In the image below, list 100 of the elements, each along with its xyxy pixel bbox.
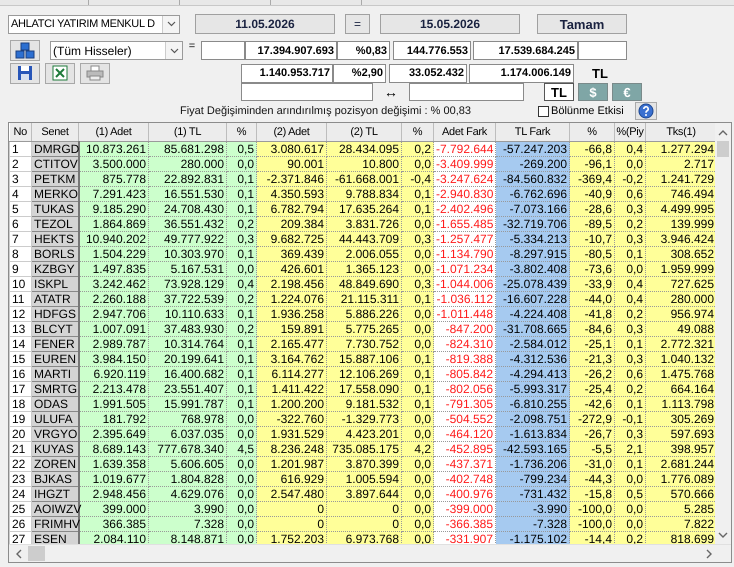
ok-button[interactable]: Tamam [537, 14, 627, 34]
range-start-field[interactable] [241, 83, 373, 101]
stock-filter-dropdown[interactable]: (Tüm Hisseler) [50, 41, 183, 60]
table-cell: 777.678.340 [148, 442, 226, 456]
table-cell: 1.411.422 [256, 382, 326, 396]
table-cell: 0,0 [614, 262, 646, 276]
total-field[interactable]: 1.174.006.149 [469, 64, 574, 82]
scroll-thumb[interactable] [717, 141, 729, 157]
total-field[interactable]: 1.140.953.717 [241, 64, 333, 82]
table-cell: -5.993.317 [496, 382, 570, 396]
column-header[interactable]: Tks(1) [646, 123, 715, 142]
table-cell: -464.120 [434, 426, 496, 442]
ticker-cell[interactable]: HEKTS [32, 232, 78, 246]
ticker-cell[interactable]: KUYAS [32, 442, 78, 456]
save-button[interactable] [10, 62, 40, 84]
vertical-scrollbar[interactable] [715, 123, 731, 544]
excel-button[interactable] [45, 62, 75, 84]
column-header[interactable]: (1) TL [148, 123, 226, 142]
table-cell: -6.762.696 [496, 186, 570, 202]
ticker-cell[interactable]: HDFGS [32, 306, 78, 322]
ticker-cell[interactable]: MERKO [32, 186, 78, 202]
ticker-cell[interactable]: FENER [32, 336, 78, 352]
column-header[interactable]: No [10, 123, 32, 142]
table-cell: 768.978 [148, 412, 226, 426]
table-cell: 3.897.644 [326, 486, 402, 502]
ticker-cell[interactable]: SMRTG [32, 382, 78, 396]
checkbox[interactable] [538, 106, 549, 116]
table-cell: 4,2 [402, 442, 434, 456]
table-cell: -42,6 [570, 396, 614, 412]
end-date-button[interactable]: 15.05.2026 [380, 14, 520, 34]
ticker-cell[interactable]: EUREN [32, 352, 78, 366]
total-field[interactable] [201, 41, 245, 60]
table-cell: 48.849.690 [326, 276, 402, 292]
total-field[interactable]: 144.776.553 [393, 41, 471, 60]
range-end-field[interactable] [409, 83, 524, 101]
column-header[interactable]: (2) TL [326, 123, 402, 142]
ticker-cell[interactable]: ZOREN [32, 456, 78, 472]
total-field[interactable]: %0,83 [337, 41, 390, 60]
table-cell: 2.006.055 [326, 246, 402, 262]
scroll-thumb[interactable] [28, 546, 45, 561]
ticker-cell[interactable]: ESEN [32, 532, 78, 544]
ticker-cell[interactable]: KZBGY [32, 262, 78, 276]
column-header[interactable]: Adet Fark [434, 123, 496, 142]
table-cell: -25.078.439 [496, 276, 570, 292]
column-header[interactable]: % [570, 123, 614, 142]
table-cell: 1.864.869 [78, 216, 148, 232]
table-cell: -4.294.413 [496, 366, 570, 382]
table-cell: 0,0 [402, 426, 434, 442]
total-field[interactable]: %2,90 [333, 64, 386, 82]
start-date-button[interactable]: 11.05.2026 [195, 14, 335, 34]
ticker-cell[interactable]: FRIMHV [32, 516, 78, 532]
table-cell: 0,0 [402, 486, 434, 502]
table-cell: 8.148.871 [148, 532, 226, 544]
table-cell: -269.200 [496, 156, 570, 172]
ticker-cell[interactable]: IHGZT [32, 486, 78, 502]
table-cell: -272,9 [570, 412, 614, 426]
help-button[interactable] [635, 102, 657, 120]
total-field[interactable]: 17.394.907.693 [245, 41, 337, 60]
table-cell: 0,1 [614, 396, 646, 412]
total-field[interactable] [578, 41, 627, 60]
column-header[interactable]: (1) Adet [78, 123, 148, 142]
table-cell: 1.113.798 [646, 396, 715, 412]
column-header[interactable]: Senet [32, 123, 78, 142]
ticker-cell[interactable]: MARTI [32, 366, 78, 382]
ticker-cell[interactable]: TUKAS [32, 202, 78, 216]
column-header[interactable]: %(Piy [614, 123, 646, 142]
table-cell: 369.439 [256, 246, 326, 262]
ticker-cell[interactable]: BJKAS [32, 472, 78, 486]
print-button[interactable] [80, 62, 110, 84]
table-cell: -8.297.915 [496, 246, 570, 262]
column-header[interactable]: % [402, 123, 434, 142]
broker-dropdown[interactable]: AHLATCI YATIRIM MENKUL D [8, 14, 180, 34]
ticker-cell[interactable]: DMRGD [32, 142, 78, 156]
ticker-cell[interactable]: ULUFA [32, 412, 78, 426]
horizontal-scrollbar[interactable] [9, 544, 731, 562]
total-field[interactable]: 17.539.684.245 [473, 41, 578, 60]
ticker-cell[interactable]: ISKPL [32, 276, 78, 292]
ticker-cell[interactable]: CTITOV [32, 156, 78, 172]
ticker-cell[interactable]: BORLS [32, 246, 78, 262]
table-cell: 0,4 [226, 276, 256, 292]
ticker-cell[interactable]: ATATR [32, 292, 78, 306]
table-cell: 5.886.226 [326, 306, 402, 322]
column-header[interactable]: % [226, 123, 256, 142]
equals-button[interactable]: = [345, 14, 370, 34]
ticker-cell[interactable]: VRGYO [32, 426, 78, 442]
ticker-cell[interactable]: PETKM [32, 172, 78, 186]
table-cell: -1.134.790 [434, 246, 496, 262]
ticker-cell[interactable]: TEZOL [32, 216, 78, 232]
table-cell: 5.775.265 [326, 322, 402, 336]
total-field[interactable]: 33.052.432 [389, 64, 467, 82]
table-cell: 6.782.794 [256, 202, 326, 216]
table-cell: 44.443.709 [326, 232, 402, 246]
cubes-button[interactable] [10, 40, 40, 61]
table-cell: 0,0 [402, 412, 434, 426]
ticker-cell[interactable]: BLCYT [32, 322, 78, 336]
column-header[interactable]: (2) Adet [256, 123, 326, 142]
ticker-cell[interactable]: ODAS [32, 396, 78, 412]
row-number: 14 [10, 336, 32, 352]
column-header[interactable]: TL Fark [496, 123, 570, 142]
currency-button[interactable]: TL [544, 83, 574, 101]
